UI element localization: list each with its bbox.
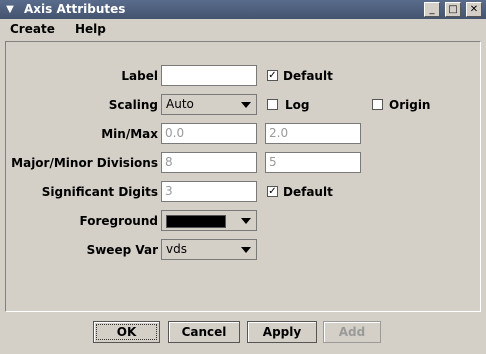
origin-checkbox[interactable] [372, 99, 383, 110]
window-title: Axis Attributes [24, 2, 126, 16]
divisions-label: Major/Minor Divisions [11, 156, 158, 170]
scaling-value: Auto [166, 97, 194, 111]
minor-divisions-input[interactable]: 5 [265, 152, 361, 173]
title-bar: ▼ Axis Attributes _ □ ✕ [0, 0, 486, 19]
chevron-down-icon[interactable]: ▼ [2, 2, 18, 17]
chevron-down-icon [241, 218, 251, 224]
minmax-label: Min/Max [101, 127, 158, 141]
label-input[interactable] [161, 65, 257, 86]
close-button[interactable]: ✕ [466, 2, 482, 17]
scaling-label: Scaling [108, 98, 158, 112]
digits-default-checkbox[interactable]: ✓ [267, 186, 278, 197]
minimize-button[interactable]: _ [424, 2, 440, 17]
scaling-select[interactable]: Auto [161, 94, 257, 115]
ok-button[interactable]: OK [93, 321, 160, 343]
label-default-checkbox[interactable]: ✓ [267, 70, 278, 81]
log-label: Log [285, 98, 310, 112]
cancel-button[interactable]: Cancel [168, 321, 240, 343]
digits-default-label: Default [283, 185, 333, 199]
sweep-var-select[interactable]: vds [161, 239, 257, 260]
max-input[interactable]: 2.0 [265, 123, 361, 144]
origin-label: Origin [389, 98, 431, 112]
log-checkbox[interactable] [267, 99, 278, 110]
significant-digits-input[interactable]: 3 [161, 181, 257, 202]
foreground-label: Foreground [79, 214, 158, 228]
menu-help[interactable]: Help [75, 22, 106, 36]
foreground-select[interactable] [161, 210, 257, 231]
add-button[interactable]: Add [323, 321, 381, 343]
sweep-var-value: vds [166, 242, 187, 256]
label-default-label: Default [283, 69, 333, 83]
menu-create[interactable]: Create [10, 22, 55, 36]
foreground-color-swatch [166, 215, 226, 228]
label-label: Label [121, 69, 158, 83]
maximize-button[interactable]: □ [445, 2, 461, 17]
major-divisions-input[interactable]: 8 [161, 152, 257, 173]
menu-bar: Create Help [0, 19, 486, 39]
apply-button[interactable]: Apply [247, 321, 317, 343]
sweep-var-label: Sweep Var [86, 243, 158, 257]
chevron-down-icon [241, 247, 251, 253]
min-input[interactable]: 0.0 [161, 123, 257, 144]
chevron-down-icon [241, 102, 251, 108]
digits-label: Significant Digits [41, 185, 158, 199]
